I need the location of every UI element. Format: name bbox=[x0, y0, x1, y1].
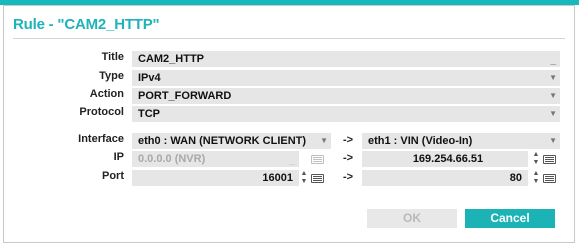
title-value: CAM2_HTTP bbox=[138, 53, 205, 65]
dialog-title: Rule - "CAM2_HTTP" bbox=[13, 16, 160, 33]
action-value: PORT_FORWARD bbox=[138, 90, 232, 102]
protocol-value: TCP bbox=[138, 108, 160, 120]
cancel-button[interactable]: Cancel bbox=[465, 209, 555, 228]
keyboard-icon bbox=[311, 155, 324, 164]
ip-source-field: 0.0.0.0 (NVR) _ bbox=[132, 151, 299, 167]
keyboard-icon[interactable] bbox=[543, 155, 556, 164]
ip-destination-stepper[interactable]: ▲ ▼ bbox=[532, 151, 540, 167]
rule-dialog: Rule - "CAM2_HTTP" Title CAM2_HTTP _ Typ… bbox=[3, 5, 575, 243]
text-cursor-icon: _ bbox=[550, 55, 556, 66]
interface-destination-select[interactable]: eth1 : VIN (Video-In) ▼ bbox=[362, 133, 560, 149]
chevron-down-icon: ▼ bbox=[549, 109, 557, 118]
type-value: IPv4 bbox=[138, 72, 161, 84]
title-field[interactable]: CAM2_HTTP _ bbox=[132, 51, 560, 67]
ip-destination-field[interactable]: 169.254.66.51 bbox=[362, 151, 528, 167]
interface-source-select[interactable]: eth0 : WAN (NETWORK CLIENT) ▼ bbox=[132, 133, 331, 149]
ip-destination-value: 169.254.66.51 bbox=[412, 153, 484, 165]
chevron-down-icon: ▼ bbox=[549, 73, 557, 82]
title-label: Title bbox=[101, 51, 124, 63]
type-label: Type bbox=[99, 70, 124, 82]
port-source-field[interactable]: 16001 bbox=[132, 170, 299, 186]
port-source-value: 16001 bbox=[262, 172, 293, 184]
action-label: Action bbox=[89, 88, 124, 100]
ip-source-value: 0.0.0.0 (NVR) bbox=[138, 153, 206, 165]
interface-source-value: eth0 : WAN (NETWORK CLIENT) bbox=[138, 135, 307, 147]
forward-arrow: -> bbox=[343, 134, 354, 146]
forward-arrow: -> bbox=[343, 152, 354, 164]
stepper-down-icon[interactable]: ▼ bbox=[532, 159, 540, 166]
action-select[interactable]: PORT_FORWARD ▼ bbox=[132, 88, 560, 104]
stepper-down-icon[interactable]: ▼ bbox=[300, 178, 308, 185]
ip-label: IP bbox=[113, 151, 124, 163]
chevron-down-icon: ▼ bbox=[320, 136, 328, 145]
title-divider bbox=[13, 38, 565, 39]
port-destination-value: 80 bbox=[509, 172, 522, 184]
text-cursor-icon: _ bbox=[289, 155, 295, 166]
keyboard-icon[interactable] bbox=[311, 174, 324, 183]
keyboard-icon[interactable] bbox=[543, 174, 556, 183]
chevron-down-icon: ▼ bbox=[549, 136, 557, 145]
stepper-up-icon[interactable]: ▲ bbox=[532, 151, 540, 158]
stepper-up-icon[interactable]: ▲ bbox=[300, 170, 308, 177]
stepper-down-icon[interactable]: ▼ bbox=[532, 178, 540, 185]
interface-destination-value: eth1 : VIN (Video-In) bbox=[368, 135, 473, 147]
chevron-down-icon: ▼ bbox=[549, 91, 557, 100]
port-label: Port bbox=[102, 170, 124, 182]
port-source-stepper[interactable]: ▲ ▼ bbox=[300, 170, 308, 186]
port-destination-stepper[interactable]: ▲ ▼ bbox=[532, 170, 540, 186]
port-destination-field[interactable]: 80 bbox=[362, 170, 528, 186]
type-select[interactable]: IPv4 ▼ bbox=[132, 70, 560, 86]
ok-button[interactable]: OK bbox=[367, 209, 457, 228]
protocol-label: Protocol bbox=[79, 106, 124, 118]
forward-arrow: -> bbox=[343, 171, 354, 183]
interface-label: Interface bbox=[78, 133, 124, 145]
protocol-select[interactable]: TCP ▼ bbox=[132, 106, 560, 122]
stepper-up-icon[interactable]: ▲ bbox=[532, 170, 540, 177]
